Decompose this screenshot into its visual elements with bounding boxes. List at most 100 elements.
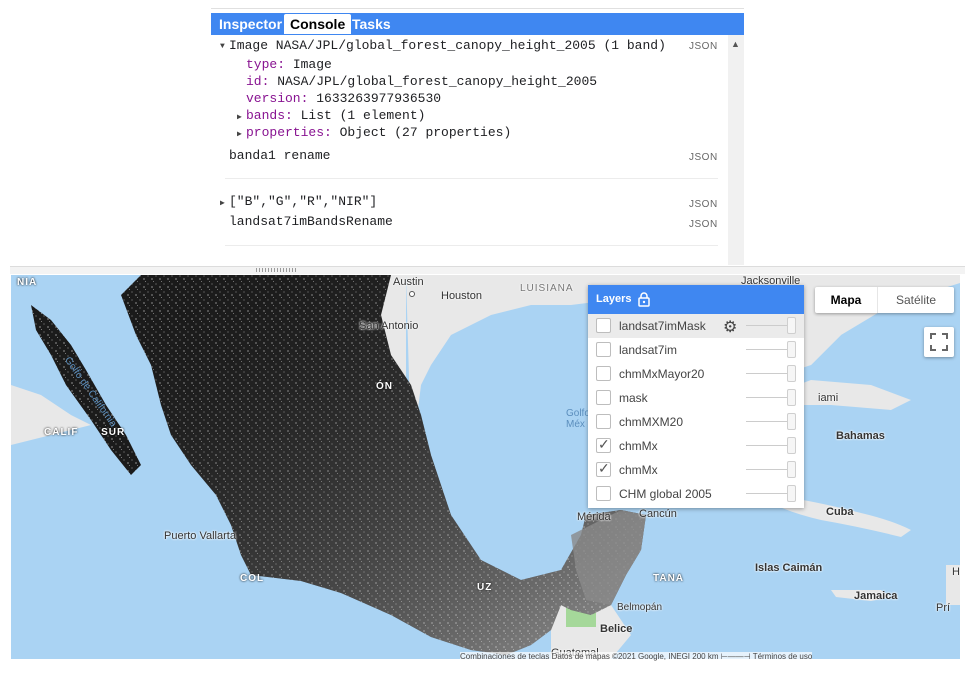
- type-key: type:: [246, 57, 286, 72]
- layer-name: chmMx: [619, 463, 658, 477]
- id-key: id:: [246, 74, 270, 89]
- layer-name: chmMXM20: [619, 415, 684, 429]
- layer-row[interactable]: chmMxMayor20: [588, 362, 804, 386]
- opacity-slider-handle[interactable]: [787, 389, 796, 406]
- map-label: Islas Caimán: [755, 562, 823, 574]
- layer-checkbox[interactable]: ✓: [596, 436, 611, 453]
- properties-value: Object (27 properties): [331, 125, 512, 140]
- map-label: CALIF SUR: [44, 427, 126, 438]
- map-label: Belice: [600, 623, 633, 635]
- map-label: Prí: [936, 602, 951, 614]
- map-label: Austin: [393, 276, 424, 288]
- bands-value: List (1 element): [292, 108, 426, 123]
- layer-checkbox[interactable]: [596, 414, 611, 429]
- console-output: ▼ Image NASA/JPL/global_forest_canopy_he…: [211, 35, 744, 265]
- map-type-map-button[interactable]: Mapa: [815, 287, 878, 313]
- version-value: 1633263977936530: [308, 91, 442, 106]
- layer-checkbox[interactable]: ✓: [596, 460, 611, 477]
- layer-name: chmMx: [619, 439, 658, 453]
- lock-icon[interactable]: [638, 292, 650, 307]
- opacity-slider-handle[interactable]: [787, 317, 796, 334]
- layer-row[interactable]: CHM global 2005: [588, 482, 804, 506]
- properties-key: properties:: [246, 125, 332, 140]
- layer-checkbox[interactable]: [596, 486, 611, 501]
- map-attribution[interactable]: Combinaciones de teclas Datos de mapas ©…: [460, 652, 813, 661]
- layer-row[interactable]: chmMXM20: [588, 410, 804, 434]
- type-row: type: Image: [246, 57, 332, 73]
- layers-panel: Layers landsat7imMask ⚙ landsat7im chmMx…: [588, 285, 804, 508]
- map-view[interactable]: NIA Austin Houston LUISIANA Jacksonville…: [11, 275, 960, 659]
- map-label: H: [952, 566, 960, 578]
- fullscreen-button[interactable]: [924, 327, 954, 357]
- opacity-slider-handle[interactable]: [787, 461, 796, 478]
- splitter-grip-icon[interactable]: [256, 268, 298, 272]
- id-row: id: NASA/JPL/global_forest_canopy_height…: [246, 74, 597, 90]
- bands-row[interactable]: bands: List (1 element): [246, 108, 425, 124]
- map-label: Jamaica: [854, 590, 898, 602]
- tab-inspector[interactable]: Inspector: [213, 14, 288, 34]
- map-label: Mérida: [577, 511, 611, 523]
- image-header[interactable]: Image NASA/JPL/global_forest_canopy_heig…: [229, 38, 666, 54]
- gear-icon[interactable]: ⚙: [723, 317, 737, 337]
- map-label: NIA: [17, 277, 38, 288]
- check-icon: ✓: [598, 436, 610, 452]
- layer-row[interactable]: landsat7im: [588, 338, 804, 362]
- fullscreen-icon: [930, 333, 948, 351]
- map-type-satellite-button[interactable]: Satélite: [878, 287, 954, 313]
- layer-row[interactable]: ✓ chmMx: [588, 434, 804, 458]
- scroll-up-arrow-icon[interactable]: ▲: [731, 39, 740, 49]
- console-panel: Inspector Console Tasks ▼ Image NASA/JPL…: [211, 8, 744, 265]
- layer-name: landsat7imMask: [619, 319, 706, 333]
- collapse-triangle-icon[interactable]: ▼: [220, 42, 225, 51]
- expand-triangle-icon[interactable]: ▶: [237, 129, 242, 139]
- opacity-slider-handle[interactable]: [787, 485, 796, 502]
- divider: [225, 245, 718, 246]
- opacity-slider-handle[interactable]: [787, 413, 796, 430]
- id-value: NASA/JPL/global_forest_canopy_height_200…: [269, 74, 598, 89]
- map-label: TANA: [653, 573, 685, 584]
- map-label: Puerto Vallarta: [164, 530, 236, 542]
- map-label: Cancún: [639, 508, 677, 520]
- layer-row[interactable]: ✓ chmMx: [588, 458, 804, 482]
- divider: [225, 178, 718, 179]
- map-label: Belmopán: [617, 602, 663, 613]
- map-label: ÓN: [376, 381, 393, 392]
- map-label: San Antonio: [359, 320, 419, 332]
- layer-checkbox[interactable]: [596, 342, 611, 357]
- check-icon: ✓: [598, 460, 610, 476]
- tab-console[interactable]: Console: [284, 14, 352, 34]
- json-button[interactable]: JSON: [689, 152, 718, 163]
- panel-tab-bar: Inspector Console Tasks: [211, 13, 744, 35]
- opacity-slider-handle[interactable]: [787, 437, 796, 454]
- json-button[interactable]: JSON: [689, 41, 718, 52]
- console-scrollbar[interactable]: [728, 35, 744, 265]
- layer-name: chmMxMayor20: [619, 367, 705, 381]
- map-canvas: [11, 275, 960, 659]
- landsat-rename-text: landsat7imBandsRename: [229, 214, 393, 229]
- list-output[interactable]: ["B","G","R","NIR"]: [229, 194, 377, 210]
- opacity-slider-handle[interactable]: [787, 341, 796, 358]
- properties-row[interactable]: properties: Object (27 properties): [246, 125, 511, 141]
- layer-row[interactable]: landsat7imMask ⚙: [588, 314, 804, 338]
- bands-key: bands:: [246, 108, 293, 123]
- json-button[interactable]: JSON: [689, 199, 718, 210]
- version-row: version: 1633263977936530: [246, 91, 441, 107]
- mexico-raster-highlight: [121, 275, 646, 655]
- layer-name: CHM global 2005: [619, 487, 712, 501]
- map-label: Houston: [441, 290, 482, 302]
- map-label: COL: [240, 573, 265, 584]
- layer-checkbox[interactable]: [596, 318, 611, 333]
- map-label: Bahamas: [836, 430, 885, 442]
- layer-row[interactable]: mask: [588, 386, 804, 410]
- layer-checkbox[interactable]: [596, 390, 611, 405]
- expand-triangle-icon[interactable]: ▶: [237, 112, 242, 122]
- json-button[interactable]: JSON: [689, 219, 718, 230]
- city-dot-icon: [409, 291, 415, 297]
- band-rename-text: banda1 rename: [229, 148, 331, 163]
- panel-splitter[interactable]: [10, 266, 965, 274]
- opacity-slider-handle[interactable]: [787, 365, 796, 382]
- expand-triangle-icon[interactable]: ▶: [220, 198, 225, 208]
- tab-tasks[interactable]: Tasks: [346, 14, 397, 34]
- layer-checkbox[interactable]: [596, 366, 611, 381]
- type-value: Image: [285, 57, 332, 72]
